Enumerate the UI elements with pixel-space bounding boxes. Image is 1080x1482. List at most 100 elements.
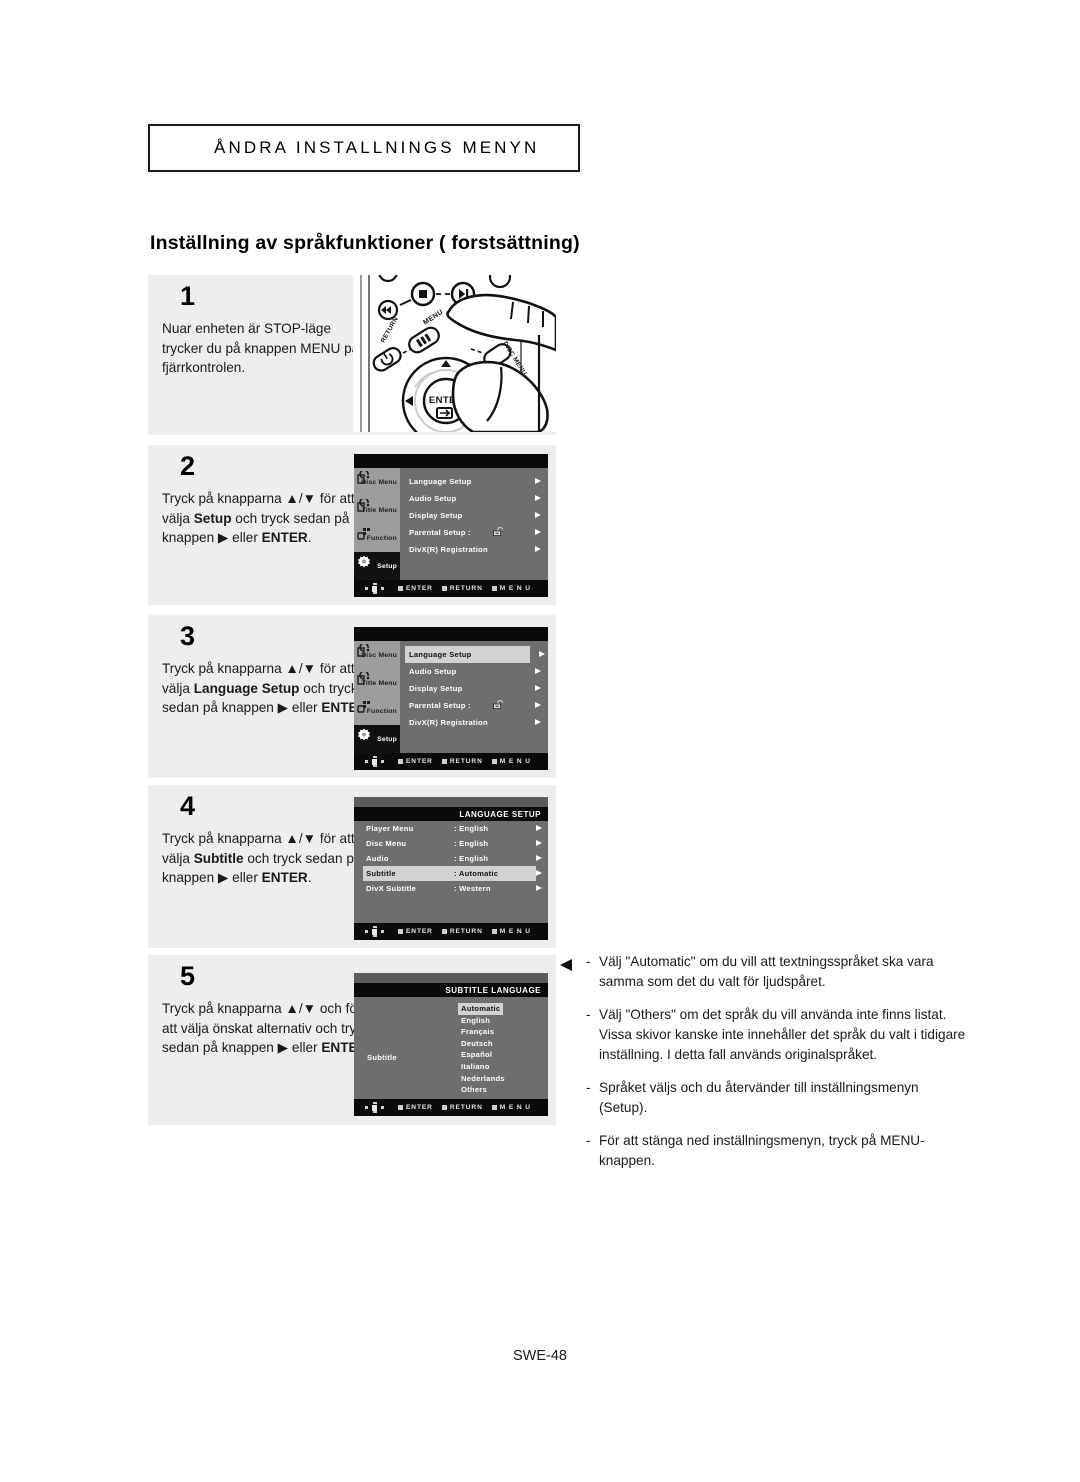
osd-language-row-value: : English bbox=[454, 854, 489, 863]
chevron-right-icon bbox=[535, 512, 541, 518]
chevron-right-icon bbox=[535, 668, 541, 674]
osd-hint-list: ENTER RETURN M E N U bbox=[398, 758, 531, 765]
chapter-header-box: ÅNDRA INSTALLNINGS MENYN bbox=[148, 124, 580, 172]
osd-bottom-bar: ENTER RETURN M E N U bbox=[354, 753, 548, 770]
osd-hint-enter: ENTER bbox=[398, 758, 433, 765]
osd-language-row[interactable]: Player Menu : English bbox=[363, 821, 542, 836]
note-item: - Välj "Others" om det språk du vill anvä… bbox=[582, 1005, 970, 1065]
osd-sidebar-item-setup[interactable]: Setup bbox=[354, 552, 400, 580]
chevron-right-icon bbox=[535, 546, 541, 552]
button-square-icon bbox=[491, 759, 497, 764]
osd-setup-row[interactable]: Language Setup bbox=[405, 646, 545, 663]
osd-language-row[interactable]: Subtitle: Automatic bbox=[363, 866, 542, 881]
osd-language-row[interactable]: Audio : English bbox=[363, 851, 542, 866]
step-number-1: 1 bbox=[180, 281, 196, 311]
chevron-right-icon bbox=[536, 870, 542, 876]
osd-subtitle-option[interactable]: Nederlands bbox=[458, 1073, 508, 1085]
osd-subtitle-option[interactable]: Italiano bbox=[458, 1061, 493, 1073]
osd-hint-enter: ENTER bbox=[398, 1104, 433, 1111]
padlock-open-icon bbox=[493, 526, 505, 539]
osd-subtitle-option[interactable]: Others bbox=[458, 1084, 490, 1096]
button-square-icon bbox=[398, 586, 403, 591]
osd-sidebar-item-disc-menu[interactable]: Disc Menu bbox=[354, 468, 400, 496]
chevron-right-icon bbox=[536, 885, 542, 891]
osd-setup-row[interactable]: Display Setup bbox=[400, 507, 548, 524]
osd-bottom-bar: ENTER RETURN M E N U bbox=[354, 580, 548, 597]
osd-sidebar-label: Function bbox=[366, 707, 397, 715]
osd-sidebar-item-function[interactable]: Function bbox=[354, 697, 400, 725]
osd-setup-row[interactable]: Audio Setup bbox=[400, 663, 548, 680]
osd-setup-row[interactable]: Audio Setup bbox=[400, 490, 548, 507]
step-block-2: 2 Tryck på knapparna ▲/▼ för att välja S… bbox=[148, 445, 556, 605]
osd-sidebar-item-disc-menu[interactable]: Disc Menu bbox=[354, 641, 400, 669]
osd-setup-row[interactable]: Parental Setup : bbox=[400, 524, 548, 541]
osd-setup-menu: Disc Menu Title Menu Function Setup Languag… bbox=[354, 454, 548, 597]
chevron-right-icon bbox=[539, 651, 545, 657]
osd-hint-label: M E N U bbox=[499, 928, 531, 935]
osd-language-row[interactable]: DivX Subtitle: Western bbox=[363, 881, 542, 896]
osd-top-strip bbox=[354, 973, 548, 983]
osd-top-bar bbox=[354, 627, 548, 641]
nav-pad-icon bbox=[364, 756, 386, 768]
osd-subtitle-option[interactable]: Español bbox=[458, 1049, 495, 1061]
chevron-right-icon bbox=[535, 529, 541, 535]
osd-language-row[interactable]: Disc Menu: English bbox=[363, 836, 542, 851]
osd-sidebar-item-setup[interactable]: Setup bbox=[354, 725, 400, 753]
osd-subtitle-option[interactable]: Automatic bbox=[458, 1003, 504, 1015]
button-square-icon bbox=[398, 759, 403, 764]
step-block-5: 5 Tryck på knapparna ▲/▼ och för att väl… bbox=[148, 955, 556, 1125]
step-block-1: 1 Nuar enheten är STOP-läge trycker du p… bbox=[148, 275, 556, 435]
nav-pad-icon bbox=[364, 583, 386, 595]
osd-language-setup-menu: LANGUAGE SETUP Player Menu : English Disc … bbox=[354, 797, 548, 940]
function-icon bbox=[357, 700, 371, 714]
chevron-right-icon bbox=[536, 825, 542, 831]
osd-subtitle-options: Automatic English Français Deutsch Español It… bbox=[458, 1003, 508, 1096]
osd-language-row-name: Disc Menu bbox=[366, 839, 407, 848]
button-square-icon bbox=[441, 1105, 447, 1110]
osd-setup-row[interactable]: Display Setup bbox=[400, 680, 548, 697]
note-dash: - bbox=[586, 954, 591, 969]
step-text-3: Tryck på knapparna ▲/▼ för att välja Lan… bbox=[162, 659, 372, 718]
osd-sidebar-item-title-menu[interactable]: Title Menu bbox=[354, 496, 400, 524]
osd-sidebar-item-function[interactable]: Function bbox=[354, 524, 400, 552]
step-number-2: 2 bbox=[180, 451, 196, 481]
osd-hint-label: RETURN bbox=[449, 1104, 483, 1111]
emphasis-text: ENTER bbox=[261, 530, 308, 545]
osd-setup-row[interactable]: DivX(R) Registration bbox=[400, 541, 548, 558]
osd-language-row-name: Player Menu bbox=[366, 824, 414, 833]
osd-subtitle-label: Subtitle bbox=[367, 1053, 397, 1062]
osd-language-row-value: : English bbox=[454, 824, 489, 833]
osd-title-bar: LANGUAGE SETUP bbox=[354, 807, 548, 821]
osd-hint-label: ENTER bbox=[406, 1104, 433, 1111]
osd-hint-menu: M E N U bbox=[491, 1104, 531, 1111]
osd-setup-row[interactable]: Language Setup bbox=[400, 473, 548, 490]
osd-title: SUBTITLE LANGUAGE bbox=[445, 986, 541, 995]
osd-setup-menu-highlighted-screenshot: Disc Menu Title Menu Function Setup Languag… bbox=[354, 627, 548, 770]
gear-icon bbox=[357, 728, 371, 742]
osd-bottom-bar: ENTER RETURN M E N U bbox=[354, 1099, 548, 1116]
body-text: . bbox=[307, 870, 312, 885]
osd-hint-enter: ENTER bbox=[398, 585, 433, 592]
osd-subtitle-option[interactable]: Deutsch bbox=[458, 1038, 496, 1050]
step-block-4: 4 Tryck på knapparna ▲/▼ för att välja S… bbox=[148, 785, 556, 948]
osd-hint-label: RETURN bbox=[449, 585, 483, 592]
osd-subtitle-option[interactable]: English bbox=[458, 1015, 493, 1027]
step-number-3: 3 bbox=[180, 621, 196, 651]
chevron-right-icon bbox=[535, 478, 541, 484]
nav-pad-icon bbox=[364, 926, 386, 938]
osd-sidebar-item-title-menu[interactable]: Title Menu bbox=[354, 669, 400, 697]
osd-hint-return: RETURN bbox=[441, 928, 483, 935]
chevron-right-icon bbox=[535, 685, 541, 691]
osd-language-row-name: Audio bbox=[366, 854, 389, 863]
osd-setup-row-label: DivX(R) Registration bbox=[409, 718, 488, 727]
button-square-icon bbox=[491, 929, 497, 934]
chevron-right-icon bbox=[535, 495, 541, 501]
osd-subtitle-option-line: English bbox=[458, 1015, 508, 1027]
osd-subtitle-option[interactable]: Français bbox=[458, 1026, 497, 1038]
osd-sidebar-label: Setup bbox=[377, 735, 397, 743]
osd-setup-row[interactable]: Parental Setup : bbox=[400, 697, 548, 714]
chevron-right-icon bbox=[535, 702, 541, 708]
osd-hint-label: RETURN bbox=[449, 928, 483, 935]
remote-control-icon: MENU RETURN DISC MENU ENTER bbox=[353, 275, 556, 432]
osd-setup-row[interactable]: DivX(R) Registration bbox=[400, 714, 548, 731]
